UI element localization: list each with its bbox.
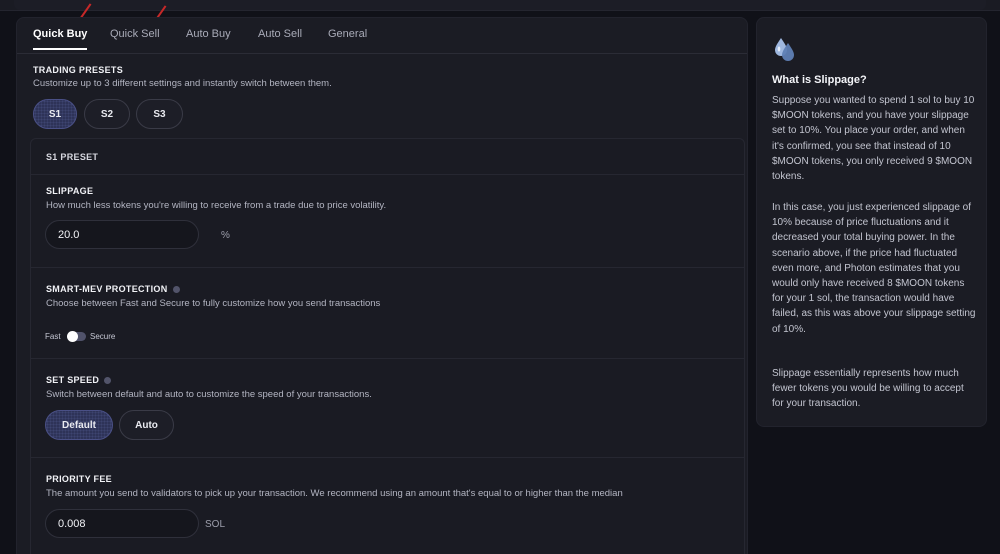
divider xyxy=(31,457,744,458)
droplets-icon xyxy=(775,38,794,61)
speed-default-button[interactable]: Default xyxy=(45,410,113,440)
mev-title-text: SMART-MEV PROTECTION xyxy=(46,284,168,294)
slippage-description: How much less tokens you're willing to r… xyxy=(46,200,387,211)
help-paragraph-1: Suppose you wanted to spend 1 sol to buy… xyxy=(772,95,975,183)
preset-panel: S1 PRESET SLIPPAGE How much less tokens … xyxy=(30,138,745,554)
trading-presets-description: Customize up to 3 different settings and… xyxy=(33,78,332,89)
slippage-title: SLIPPAGE xyxy=(46,186,94,196)
divider xyxy=(31,267,744,268)
tab-auto-sell[interactable]: Auto Sell xyxy=(258,28,302,48)
slippage-input[interactable]: 20.0 xyxy=(45,220,199,249)
top-bar xyxy=(0,0,1000,11)
tab-general[interactable]: General xyxy=(328,28,367,48)
divider xyxy=(31,358,744,359)
help-panel: What is Slippage? Suppose you wanted to … xyxy=(756,17,987,427)
tab-quick-sell[interactable]: Quick Sell xyxy=(110,28,160,48)
mev-secure-label: Secure xyxy=(90,332,116,341)
tab-bar: Quick Buy Quick Sell Auto Buy Auto Sell … xyxy=(17,18,747,54)
help-title: What is Slippage? xyxy=(772,74,867,86)
speed-auto-button[interactable]: Auto xyxy=(119,410,174,440)
preset-s2-button[interactable]: S2 xyxy=(84,99,130,129)
speed-title-text: SET SPEED xyxy=(46,375,100,385)
speed-description: Switch between default and auto to custo… xyxy=(46,389,372,400)
priority-fee-description: The amount you send to validators to pic… xyxy=(46,488,623,499)
priority-fee-unit: SOL xyxy=(205,519,226,530)
preset-s1-button[interactable]: S1 xyxy=(33,99,77,129)
trading-presets-title: TRADING PRESETS xyxy=(33,65,124,75)
speed-title: SET SPEED xyxy=(46,375,112,385)
preset-header-label: S1 PRESET xyxy=(46,152,99,162)
tab-auto-buy[interactable]: Auto Buy xyxy=(186,28,231,48)
mev-toggle[interactable] xyxy=(67,331,86,342)
mev-title: SMART-MEV PROTECTION xyxy=(46,284,180,294)
tab-quick-buy[interactable]: Quick Buy xyxy=(33,28,88,50)
preset-s3-button[interactable]: S3 xyxy=(136,99,183,129)
help-paragraph-2: In this case, you just experienced slipp… xyxy=(772,202,976,335)
priority-fee-input[interactable]: 0.008 xyxy=(45,509,199,538)
info-icon[interactable] xyxy=(172,286,180,294)
mev-fast-label: Fast xyxy=(45,332,61,341)
settings-panel: Quick Buy Quick Sell Auto Buy Auto Sell … xyxy=(16,17,748,554)
slippage-unit: % xyxy=(221,230,230,241)
priority-fee-title: PRIORITY FEE xyxy=(46,474,112,484)
info-icon[interactable] xyxy=(104,377,112,385)
help-paragraph-3: Slippage essentially represents how much… xyxy=(772,368,964,410)
mev-description: Choose between Fast and Secure to fully … xyxy=(46,298,381,309)
preset-header: S1 PRESET xyxy=(31,139,744,175)
